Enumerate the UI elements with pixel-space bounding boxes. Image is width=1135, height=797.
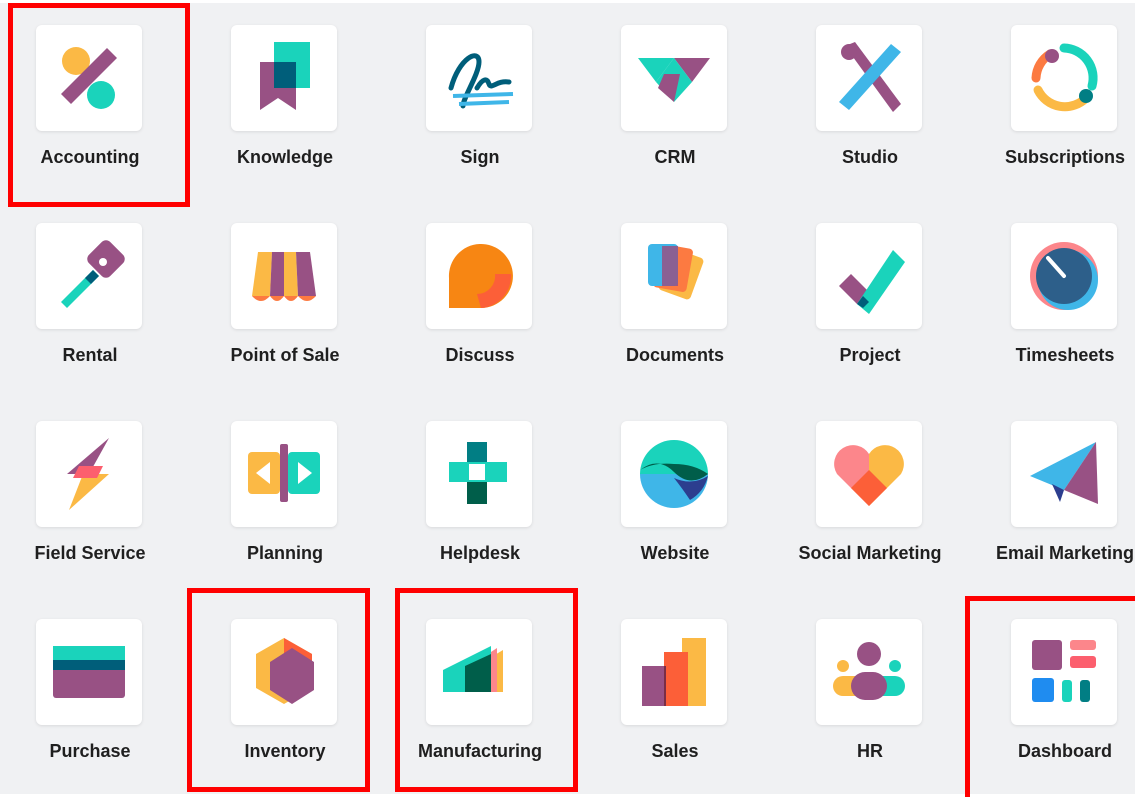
app-helpdesk[interactable]: Helpdesk	[390, 399, 570, 589]
app-hr[interactable]: HR	[780, 597, 960, 787]
app-point-of-sale[interactable]: Point of Sale	[195, 201, 375, 391]
app-label: Inventory	[244, 741, 326, 761]
sales-tile	[621, 619, 727, 725]
helpdesk-icon	[449, 442, 507, 504]
app-subscriptions[interactable]: Subscriptions	[975, 3, 1135, 193]
field-service-tile	[36, 421, 142, 527]
point-of-sale-tile	[231, 223, 337, 329]
app-purchase[interactable]: Purchase	[0, 597, 180, 787]
dashboard-tile	[1011, 619, 1117, 725]
crm-tile	[621, 25, 727, 131]
app-label: Manufacturing	[418, 741, 542, 761]
discuss-tile	[426, 223, 532, 329]
accounting-tile	[36, 25, 142, 131]
studio-tile	[816, 25, 922, 131]
project-icon	[839, 250, 905, 314]
app-label: Timesheets	[1015, 345, 1115, 365]
app-discuss[interactable]: Discuss	[390, 201, 570, 391]
inventory-icon	[256, 638, 314, 704]
sign-icon	[448, 53, 514, 109]
app-label: Point of Sale	[230, 345, 340, 365]
app-project[interactable]: Project	[780, 201, 960, 391]
dashboard-icon	[1032, 640, 1096, 702]
app-timesheets[interactable]: Timesheets	[975, 201, 1135, 391]
app-launcher-grid: Accounting Knowledge Sign CRM Studio Sub…	[0, 0, 1135, 797]
app-field-service[interactable]: Field Service	[0, 399, 180, 589]
knowledge-tile	[231, 25, 337, 131]
discuss-icon	[448, 244, 513, 308]
app-label: Sign	[460, 147, 500, 167]
purchase-icon	[53, 646, 125, 698]
knowledge-icon	[260, 42, 310, 110]
documents-tile	[621, 223, 727, 329]
rental-icon	[61, 240, 125, 308]
app-label: HR	[857, 741, 883, 761]
rental-tile	[36, 223, 142, 329]
timesheets-tile	[1011, 223, 1117, 329]
app-rental[interactable]: Rental	[0, 201, 180, 391]
app-knowledge[interactable]: Knowledge	[195, 3, 375, 193]
hr-tile	[816, 619, 922, 725]
manufacturing-icon	[443, 646, 503, 692]
website-icon	[640, 440, 708, 508]
website-tile	[621, 421, 727, 527]
app-email-marketing[interactable]: Email Marketing	[975, 399, 1135, 589]
subscriptions-icon	[1031, 43, 1098, 112]
app-label: Discuss	[445, 345, 515, 365]
app-manufacturing[interactable]: Manufacturing	[390, 597, 570, 787]
app-label: Documents	[625, 345, 724, 365]
app-label: Dashboard	[1017, 741, 1113, 761]
planning-tile	[231, 421, 337, 527]
app-label: Project	[839, 345, 901, 365]
app-planning[interactable]: Planning	[195, 399, 375, 589]
helpdesk-tile	[426, 421, 532, 527]
email-marketing-tile	[1011, 421, 1117, 527]
app-inventory[interactable]: Inventory	[195, 597, 375, 787]
app-label: CRM	[654, 147, 696, 167]
inventory-tile	[231, 619, 337, 725]
app-label: Planning	[247, 543, 323, 563]
app-label: Knowledge	[236, 147, 333, 167]
timesheets-icon	[1030, 242, 1098, 310]
manufacturing-tile	[426, 619, 532, 725]
documents-icon	[648, 244, 704, 300]
sign-tile	[426, 25, 532, 131]
app-label: Social Marketing	[798, 543, 942, 563]
app-documents[interactable]: Documents	[585, 201, 765, 391]
app-label: Email Marketing	[995, 543, 1135, 563]
planning-icon	[248, 444, 320, 502]
app-label: Rental	[62, 345, 118, 365]
app-dashboard[interactable]: Dashboard	[975, 597, 1135, 787]
app-social-marketing[interactable]: Social Marketing	[780, 399, 960, 589]
app-label: Purchase	[49, 741, 131, 761]
hr-icon	[833, 642, 905, 700]
app-label: Helpdesk	[439, 543, 521, 563]
app-label: Website	[640, 543, 710, 563]
field-service-icon	[67, 438, 109, 510]
crm-icon	[638, 58, 710, 102]
app-studio[interactable]: Studio	[780, 3, 960, 193]
app-label: Field Service	[34, 543, 146, 563]
point-of-sale-icon	[252, 252, 316, 301]
app-sales[interactable]: Sales	[585, 597, 765, 787]
email-marketing-icon	[1030, 442, 1098, 504]
app-sign[interactable]: Sign	[390, 3, 570, 193]
app-website[interactable]: Website	[585, 399, 765, 589]
app-label: Studio	[842, 147, 898, 167]
social-marketing-tile	[816, 421, 922, 527]
purchase-tile	[36, 619, 142, 725]
app-label: Accounting	[40, 147, 140, 167]
studio-icon	[839, 42, 901, 112]
app-accounting[interactable]: Accounting	[0, 3, 180, 193]
subscriptions-tile	[1011, 25, 1117, 131]
app-crm[interactable]: CRM	[585, 3, 765, 193]
app-label: Subscriptions	[1004, 147, 1125, 167]
project-tile	[816, 223, 922, 329]
social-marketing-icon	[834, 445, 904, 506]
app-label: Sales	[651, 741, 699, 761]
accounting-icon	[61, 47, 117, 109]
sales-icon	[642, 638, 706, 706]
